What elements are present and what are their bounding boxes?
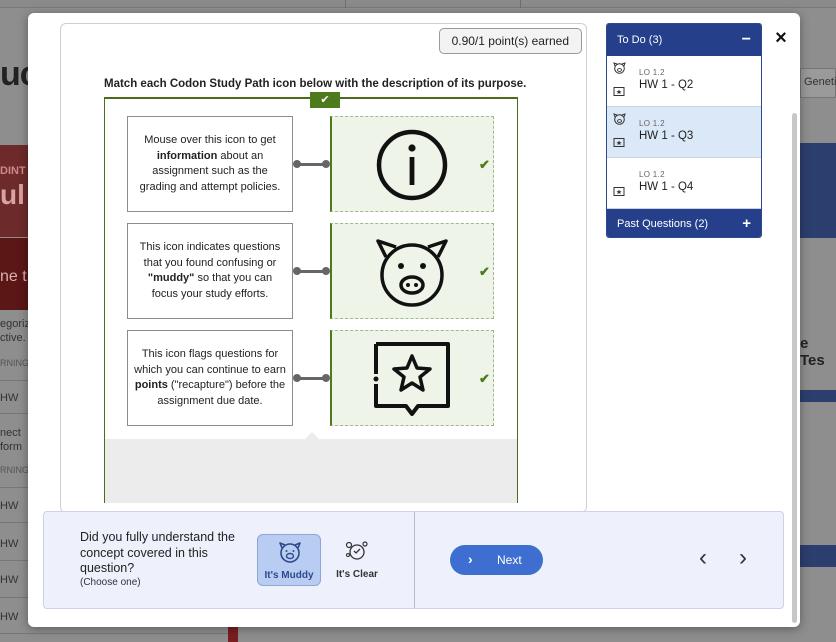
description-text: Mouse over this icon to get <box>144 134 276 146</box>
connector-dot <box>322 267 330 275</box>
answer-tray-notch <box>304 432 320 440</box>
pig-icon <box>376 239 448 307</box>
its-clear-button[interactable]: It's Clear <box>325 534 389 586</box>
star-flag-icon <box>613 87 625 96</box>
collapse-icon: − <box>741 31 751 48</box>
icon-drop-target[interactable]: ✔ <box>330 223 494 319</box>
background-right-card: Geneti <box>800 68 836 98</box>
background-red-accent <box>228 625 238 642</box>
question-title-label: HW 1 - Q4 <box>639 181 694 193</box>
connector-dot <box>322 160 330 168</box>
understanding-question: Did you fully understand the concept cov… <box>80 530 235 575</box>
description-text: ("recapture") before the assignment due … <box>157 379 286 407</box>
bottom-divider <box>414 512 415 608</box>
pig-icon <box>613 62 626 74</box>
background-blue-block <box>800 545 836 567</box>
star-flag-icon <box>613 138 625 147</box>
question-title-label: HW 1 - Q3 <box>639 130 694 142</box>
description-bold: "muddy" <box>147 272 195 284</box>
description-text: This icon indicates questions that you f… <box>139 241 281 269</box>
connector-dot <box>322 374 330 382</box>
background-blue-block <box>800 143 836 238</box>
correct-check-icon: ✔ <box>310 92 340 108</box>
feedback-bar: Did you fully understand the concept cov… <box>43 511 784 609</box>
match-connector <box>293 372 330 384</box>
background-text: form <box>0 441 22 453</box>
choose-one-hint: (Choose one) <box>80 577 141 588</box>
learning-objective-label: LO 1.2 <box>639 119 665 128</box>
background-right-test: e Tes <box>800 335 825 369</box>
description-bold: points <box>134 379 168 391</box>
description-bold: information <box>156 149 218 162</box>
next-button-label: Next <box>497 553 522 567</box>
todo-item[interactable]: LO 1.2 HW 1 - Q2 <box>607 56 761 107</box>
match-check-icon: ✔ <box>479 157 490 172</box>
question-title: Match each Codon Study Path icon below w… <box>104 78 527 90</box>
background-text: RNING <box>0 465 29 475</box>
icon-drop-target[interactable]: ✔ <box>330 330 494 426</box>
todo-item-selected[interactable]: LO 1.2 HW 1 - Q3 <box>607 107 761 158</box>
background-divider <box>0 633 228 634</box>
background-top-bar <box>0 0 836 8</box>
learning-objective-label: LO 1.2 <box>639 170 665 179</box>
question-modal: × 0.90/1 point(s) earned Match each Codo… <box>28 13 800 627</box>
star-flag-icon <box>613 187 625 196</box>
clear-bubbles-icon <box>345 541 368 560</box>
past-questions-header[interactable]: Past Questions (2) + <box>607 209 761 237</box>
answer-tray <box>105 439 517 503</box>
background-text: egoriz <box>0 318 30 330</box>
question-title-label: HW 1 - Q2 <box>639 79 694 91</box>
match-check-icon: ✔ <box>479 264 490 279</box>
background-separator <box>520 0 521 8</box>
its-muddy-button[interactable]: It's Muddy <box>257 534 321 586</box>
match-connector <box>293 265 330 277</box>
background-red-text: ne t <box>0 268 27 285</box>
todo-item[interactable]: LO 1.2 HW 1 - Q4 <box>607 158 761 209</box>
background-text: RNING <box>0 358 29 368</box>
matching-area: ✔ Mouse over this icon to get informatio… <box>104 92 518 503</box>
study-path-panel: To Do (3) − LO 1.2 HW 1 - Q2 LO 1.2 HW 1… <box>606 23 762 238</box>
description-box: This icon flags questions for which you … <box>127 330 293 426</box>
match-check-icon: ✔ <box>479 371 490 386</box>
pig-icon <box>279 542 301 563</box>
question-panel: 0.90/1 point(s) earned Match each Codon … <box>60 23 587 513</box>
icon-drop-target[interactable]: ✔ <box>330 116 494 212</box>
its-clear-label: It's Clear <box>336 569 378 580</box>
info-icon <box>376 129 448 201</box>
points-earned-badge: 0.90/1 point(s) earned <box>438 28 582 54</box>
todo-header[interactable]: To Do (3) − <box>607 24 761 56</box>
its-muddy-label: It's Muddy <box>264 570 314 581</box>
expand-icon: + <box>742 215 751 232</box>
next-button[interactable]: › Next <box>450 545 543 575</box>
description-box: This icon indicates questions that you f… <box>127 223 293 319</box>
description-box: Mouse over this icon to get information … <box>127 116 293 212</box>
todo-header-label: To Do (3) <box>617 34 663 46</box>
background-red-big: ul <box>0 179 25 210</box>
background-red-label: DINT <box>0 165 26 177</box>
background-separator <box>345 0 346 8</box>
chevron-right-icon: › <box>468 551 473 567</box>
description-text: This icon flags questions for which you … <box>134 348 286 376</box>
pig-icon <box>613 113 626 125</box>
match-connector <box>293 158 330 170</box>
close-button[interactable]: × <box>772 28 790 48</box>
modal-scrollbar[interactable] <box>792 113 797 623</box>
past-questions-label: Past Questions (2) <box>617 217 709 230</box>
previous-question-button[interactable]: ‹ <box>693 546 713 571</box>
background-text: ctive. <box>0 332 26 344</box>
star-flag-icon <box>373 342 450 416</box>
background-blue-block <box>800 390 836 402</box>
next-question-button[interactable]: › <box>733 546 753 571</box>
background-text: nect <box>0 427 21 439</box>
learning-objective-label: LO 1.2 <box>639 68 665 77</box>
